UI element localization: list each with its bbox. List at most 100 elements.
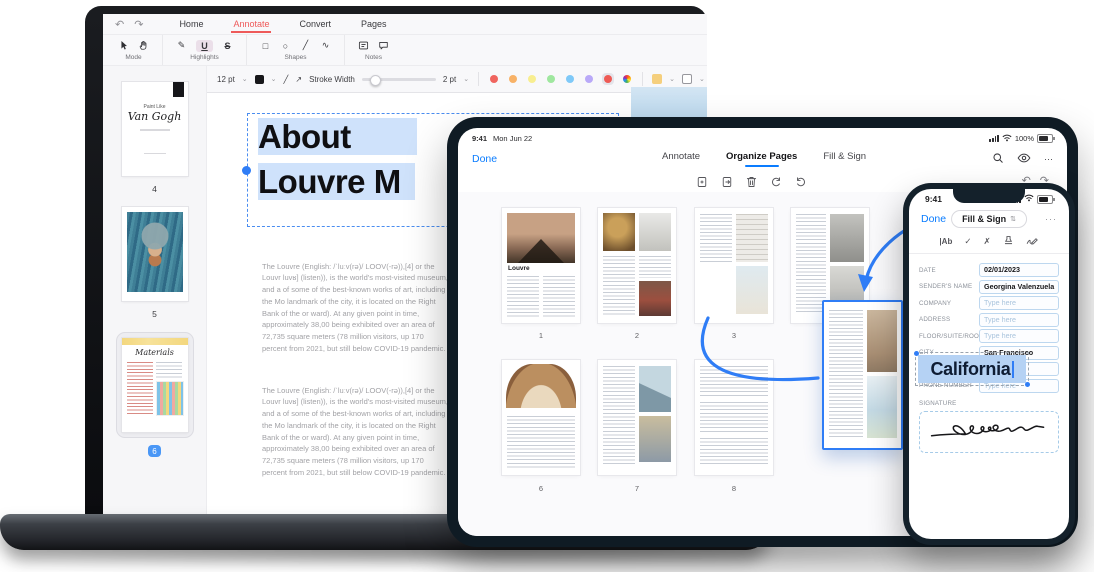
field-label: FLOOR/SUITE/ROOM — [919, 333, 979, 340]
redo-icon[interactable]: ↷ — [134, 18, 143, 31]
fill-color-swatch[interactable] — [652, 74, 662, 84]
ruins-photo — [867, 376, 897, 438]
strikethrough-icon[interactable]: S — [222, 40, 233, 52]
comment-bubble-icon[interactable] — [378, 40, 389, 52]
color-swatch-green[interactable] — [547, 75, 555, 83]
resize-handle[interactable] — [914, 351, 919, 356]
view-settings-icon[interactable] — [1017, 153, 1031, 165]
ellipse-icon[interactable]: ○ — [280, 40, 291, 52]
arrow-tool-icon[interactable]: ↗ — [295, 75, 302, 84]
grid-page-8[interactable] — [695, 360, 773, 475]
page-label: 8 — [695, 484, 773, 493]
page-label: 3 — [695, 331, 773, 340]
color-swatch-yellow[interactable] — [528, 75, 536, 83]
undo-icon[interactable]: ↶ — [115, 18, 124, 31]
selection-handle[interactable] — [242, 166, 251, 175]
signature-drawing — [926, 416, 1052, 448]
font-size-select[interactable]: 12 pt — [217, 75, 235, 84]
underline-icon[interactable]: U — [196, 40, 213, 52]
doc-paragraph-1: The Louvre (English: /ˈluːv(rə)/ LOOV(-r… — [262, 261, 450, 357]
more-icon[interactable]: ··· — [1045, 214, 1057, 224]
dragged-page[interactable] — [822, 300, 903, 450]
color-swatch-selected[interactable] — [604, 75, 612, 83]
thumbnail-page-6[interactable]: Materials — [122, 338, 188, 432]
more-icon[interactable]: ··· — [1044, 154, 1053, 164]
company-field[interactable]: Type here — [979, 296, 1059, 310]
date-field[interactable]: 02/01/2023 — [979, 263, 1059, 277]
grid-page-6[interactable] — [502, 360, 580, 475]
tab-convert[interactable]: Convert — [297, 15, 333, 33]
pen-icon[interactable]: ✎ — [176, 40, 187, 52]
tab-annotate[interactable]: Annotate — [231, 15, 271, 33]
thumbnail-page-4[interactable]: Paint Like Van Gogh — [122, 82, 188, 176]
mode-selector[interactable]: Fill & Sign ⇅ — [951, 210, 1027, 228]
text-note-icon[interactable] — [358, 40, 369, 52]
device-showcase: ↶ ↷ Home Annotate Convert Pages Mode — [0, 0, 1094, 572]
stroke-width-value[interactable]: 2 pt — [443, 75, 456, 84]
chevron-down-icon: ⌄ — [271, 75, 277, 83]
chevron-down-icon: ⌄ — [242, 75, 248, 83]
rotate-cw-icon[interactable] — [770, 175, 782, 193]
export-page-icon[interactable] — [721, 175, 733, 193]
tab-home[interactable]: Home — [177, 15, 205, 33]
search-icon[interactable] — [992, 152, 1004, 166]
field-label: PHONE NUMBER — [919, 382, 979, 389]
chevron-down-icon: ⌄ — [463, 75, 469, 83]
resize-handle[interactable] — [1025, 382, 1030, 387]
color-wheel-swatch[interactable] — [623, 75, 631, 83]
done-button[interactable]: Done — [921, 213, 946, 225]
checkmark-tool-icon[interactable]: ✓ — [964, 236, 971, 247]
battery-percent: 100% — [1015, 134, 1034, 143]
floor-suite-room-field[interactable]: Type here — [979, 329, 1059, 343]
stamp-tool-icon[interactable] — [1003, 235, 1014, 248]
insert-page-icon[interactable] — [696, 175, 708, 193]
page-number: 5 — [152, 309, 157, 319]
tab-annotate[interactable]: Annotate — [662, 151, 700, 162]
status-time: 9:41 — [472, 134, 487, 143]
color-swatch-orange[interactable] — [509, 75, 517, 83]
hand-icon[interactable] — [138, 40, 149, 52]
winged-victory-photo — [639, 213, 671, 251]
border-color-swatch[interactable] — [682, 74, 692, 84]
gold-statue-photo — [603, 213, 635, 251]
louvre-pyramid-photo — [507, 213, 575, 263]
color-swatch-blue[interactable] — [566, 75, 574, 83]
cursor-icon[interactable] — [118, 40, 129, 52]
done-button[interactable]: Done — [472, 153, 497, 165]
color-swatch-purple[interactable] — [585, 75, 593, 83]
text-tool-icon[interactable]: |Ab — [939, 237, 952, 246]
text-color-swatch[interactable] — [255, 75, 264, 84]
grid-page-3[interactable] — [695, 208, 773, 323]
signature-field[interactable] — [919, 411, 1059, 453]
address-field[interactable]: Type here — [979, 313, 1059, 327]
van-gogh-portrait — [127, 212, 183, 292]
tab-organize-pages[interactable]: Organize Pages — [726, 151, 797, 168]
color-swatch-red[interactable] — [490, 75, 498, 83]
grid-page-2[interactable] — [598, 208, 676, 323]
fill-sign-form: DATE 02/01/2023 SENDER'S NAME Georgina V… — [909, 254, 1069, 453]
selected-page-badge: 6 — [148, 445, 160, 457]
page-number: 4 — [152, 184, 157, 194]
signature-tool-icon[interactable] — [1026, 236, 1039, 248]
status-date: Mon Jun 22 — [493, 134, 532, 143]
tab-fill-sign[interactable]: Fill & Sign — [823, 151, 866, 162]
grid-page-7[interactable] — [598, 360, 676, 475]
tab-pages[interactable]: Pages — [359, 15, 389, 33]
line-icon[interactable]: ╱ — [300, 40, 311, 52]
school-of-athens-photo — [506, 364, 576, 408]
thumbnail-page-5[interactable] — [122, 207, 188, 301]
freehand-icon[interactable]: ∿ — [320, 40, 331, 52]
grid-page-1[interactable]: Louvre — [502, 208, 580, 323]
form-row: COMPANY Type here — [919, 295, 1059, 312]
iphone-notch — [953, 189, 1025, 203]
stroke-width-slider[interactable] — [362, 78, 436, 81]
page1-title: Louvre — [508, 265, 574, 272]
cross-tool-icon[interactable]: ✗ — [983, 236, 990, 247]
line-tool-icon[interactable]: ╱ — [284, 75, 289, 84]
rotate-ccw-icon[interactable] — [795, 175, 807, 193]
sender-name-field[interactable]: Georgina Valenzuela — [979, 280, 1059, 294]
active-text-entry[interactable]: California — [918, 355, 1026, 383]
delete-page-icon[interactable] — [746, 175, 757, 193]
rectangle-icon[interactable]: □ — [260, 40, 271, 52]
form-row: SENDER'S NAME Georgina Valenzuela — [919, 279, 1059, 296]
